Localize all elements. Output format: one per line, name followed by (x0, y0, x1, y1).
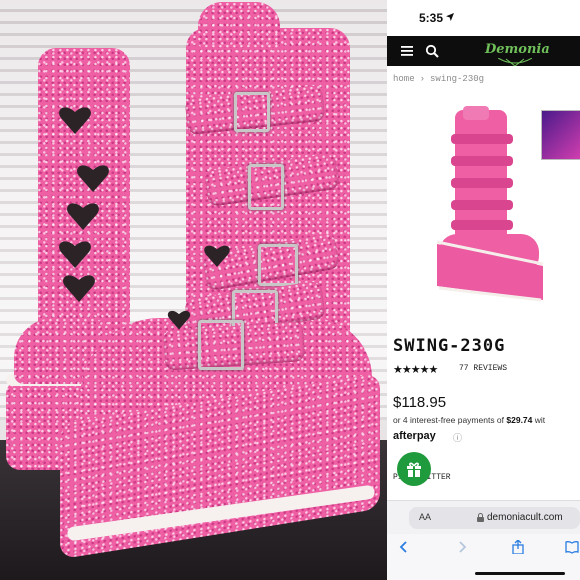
reader-aa-button[interactable]: AA (419, 512, 431, 522)
front-boot-buckle-icon (258, 244, 298, 286)
rating-stars[interactable]: ★★★★★ (393, 363, 438, 376)
installments-suffix: wit (532, 415, 546, 425)
location-arrow-icon (446, 13, 454, 21)
installments-text: or 4 interest-free payments of $29.74 wi… (393, 415, 545, 425)
boots-photo (0, 0, 387, 580)
site-header: Demonia (387, 36, 580, 66)
front-boot-buckle-icon (198, 320, 244, 370)
product-thumbnail[interactable] (541, 110, 580, 160)
afterpay-logo: afterpay (393, 430, 436, 442)
back-arrow-icon[interactable] (397, 540, 411, 554)
bookmarks-icon[interactable] (565, 540, 579, 554)
breadcrumb-home[interactable]: home (393, 74, 415, 84)
info-icon[interactable]: ⓘ (453, 431, 462, 444)
url-text: demoniacult.com (487, 512, 563, 523)
breadcrumb-current: swing-230g (430, 74, 485, 84)
share-icon[interactable] (511, 540, 525, 554)
installments-prefix: or 4 interest-free payments of (393, 415, 507, 425)
phone-screen: 5:35 Demonia home › swing-230g SWING-230G … (387, 0, 580, 580)
front-boot-collar (198, 2, 280, 48)
front-boot-buckle-icon (248, 164, 284, 210)
site-logo[interactable]: Demonia (485, 42, 550, 57)
lock-icon (477, 513, 484, 522)
url-field[interactable]: AA demoniacult.com (409, 507, 580, 529)
search-icon[interactable] (425, 44, 439, 58)
breadcrumb-separator: › (419, 74, 426, 84)
front-boot-buckle-icon (234, 92, 270, 132)
installment-amount: $29.74 (506, 415, 533, 425)
product-title: SWING-230G (393, 336, 506, 356)
logo-ornament-icon (498, 58, 532, 66)
back-boot-shaft (38, 48, 130, 348)
gift-button[interactable] (397, 452, 431, 486)
gift-icon (407, 462, 421, 477)
reviews-link[interactable]: 77 REVIEWS (459, 364, 507, 373)
status-bar: 5:35 (387, 0, 580, 36)
home-indicator (475, 572, 565, 575)
forward-arrow-icon[interactable] (455, 540, 469, 554)
product-price: $118.95 (393, 394, 447, 411)
breadcrumb: home › swing-230g (393, 74, 484, 84)
status-time: 5:35 (419, 11, 444, 25)
hamburger-menu-icon[interactable] (401, 46, 413, 56)
browser-address-bar: AA demoniacult.com (387, 500, 580, 535)
